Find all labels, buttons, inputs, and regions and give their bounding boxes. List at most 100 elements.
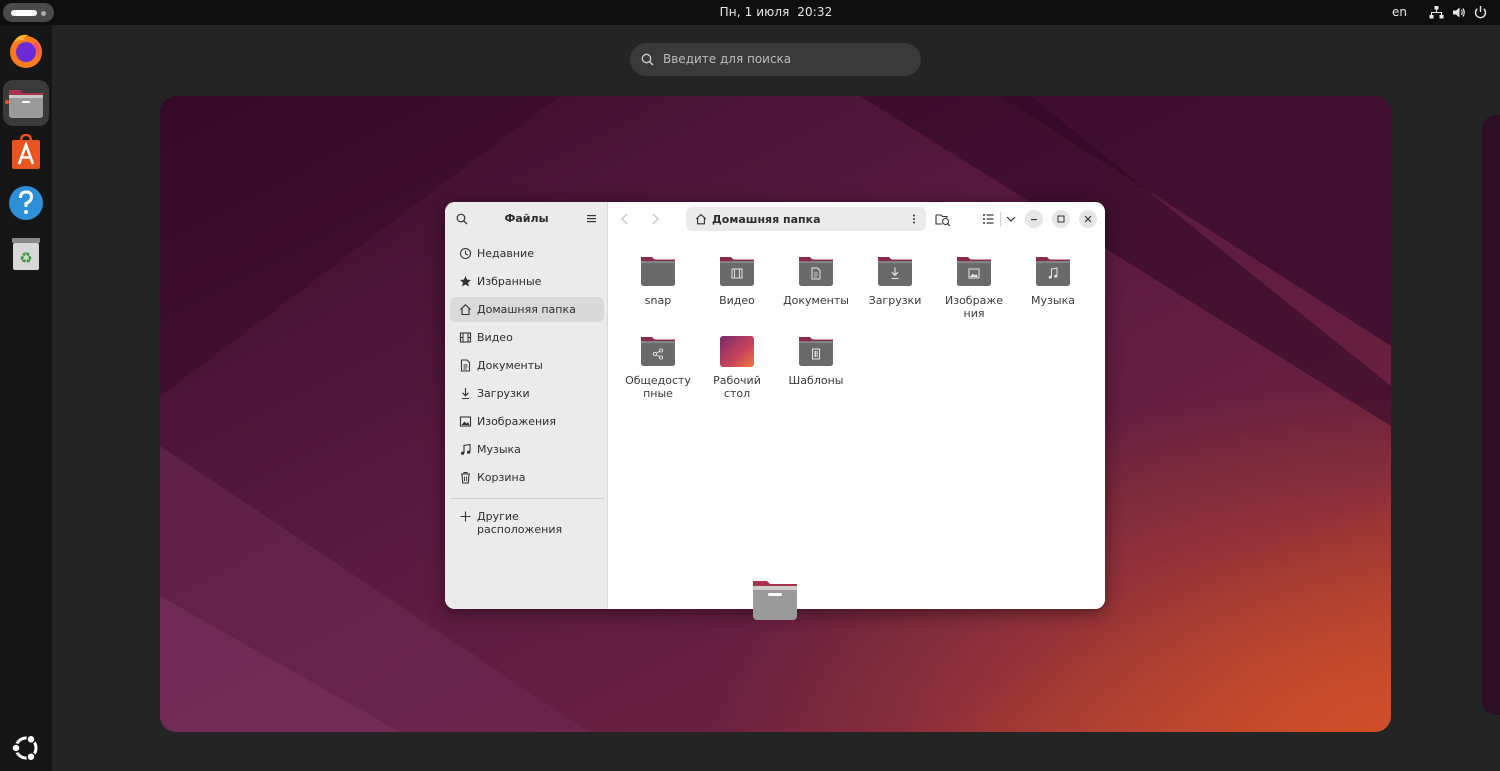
minimize-icon [1031, 219, 1037, 221]
sidebar-item-label: Видео [477, 331, 513, 344]
window-title: Файлы [504, 212, 549, 225]
sidebar-item-starred[interactable]: Избранные [450, 269, 604, 294]
public-folder-icon [641, 337, 675, 366]
folder-item[interactable]: Общедосту пные [618, 334, 698, 400]
sidebar-item-label: Другие расположения [477, 510, 563, 536]
sidebar-item-label: Избранные [477, 275, 542, 288]
sidebar-item-documents[interactable]: Документы [450, 353, 604, 378]
star-icon [460, 276, 471, 287]
music-folder-icon [1036, 257, 1070, 286]
sidebar-item-other-locations[interactable]: Другие расположения [450, 504, 604, 536]
documents-folder-icon [799, 257, 833, 286]
sidebar-item-label: Загрузки [477, 387, 530, 400]
folder-label: Шаблоны [788, 374, 844, 387]
download-icon [462, 388, 469, 400]
maximize-button[interactable] [1052, 210, 1070, 228]
folder-label: Изображе ния [945, 294, 1003, 320]
kebab-menu-icon[interactable] [908, 213, 920, 225]
sidebar-item-label: Документы [477, 359, 543, 372]
folder-item[interactable]: Видео [697, 254, 777, 307]
dock-item-app-center[interactable] [3, 130, 49, 176]
sidebar-item-music[interactable]: Музыка [450, 437, 604, 462]
maximize-icon [1057, 215, 1065, 223]
video-folder-icon [720, 257, 754, 286]
folder-item[interactable]: Рабочий стол [697, 334, 777, 400]
search-folder-icon[interactable] [934, 210, 952, 228]
list-view-icon[interactable] [980, 210, 998, 228]
sidebar-item-label: Изображения [477, 415, 556, 428]
desktop-overview: Пн, 1 июля 20:32 en ♻ Введите для поиска… [0, 0, 1500, 771]
sidebar-item-trash[interactable]: Корзина [450, 465, 604, 490]
chevron-down-icon[interactable] [1002, 210, 1020, 228]
forward-arrow-icon[interactable] [646, 210, 664, 228]
sidebar-item-downloads[interactable]: Загрузки [450, 381, 604, 406]
running-indicator [5, 100, 9, 104]
top-bar: Пн, 1 июля 20:32 en [0, 0, 1500, 25]
folder-label: Рабочий стол [713, 374, 761, 400]
downloads-folder-icon [878, 257, 912, 286]
home-icon [460, 304, 471, 316]
folder-item[interactable]: Музыка [1013, 254, 1093, 307]
image-icon [459, 416, 472, 427]
dock-item-help[interactable] [3, 180, 49, 226]
folder-label: Музыка [1031, 294, 1075, 307]
search-entry[interactable]: Введите для поиска [630, 43, 921, 76]
files-window[interactable]: Файлы Недавние Избранные Домашняя папка … [445, 202, 1105, 609]
plus-icon [460, 511, 471, 522]
keyboard-layout-indicator[interactable]: en [1392, 5, 1407, 19]
folder-label: Загрузки [868, 294, 922, 307]
folder-item[interactable]: Шаблоны [776, 334, 856, 387]
trash-icon [461, 471, 470, 484]
home-icon [695, 213, 707, 225]
next-workspace-thumbnail[interactable] [1482, 115, 1500, 715]
clock[interactable]: Пн, 1 июля 20:32 [0, 5, 1500, 19]
current-path: Домашняя папка [712, 213, 821, 226]
folder-label: Общедосту пные [625, 374, 691, 400]
folder-label: Документы [783, 294, 849, 307]
network-icon[interactable] [1429, 5, 1444, 20]
toolbar-divider [1000, 212, 1001, 226]
sidebar-item-recent[interactable]: Недавние [450, 241, 604, 266]
svg-text:♻: ♻ [19, 249, 32, 267]
close-icon [1084, 215, 1092, 223]
document-icon [460, 359, 471, 372]
files-app-icon [753, 581, 797, 620]
dock-item-firefox[interactable] [3, 28, 49, 74]
sidebar-item-label: Недавние [477, 247, 534, 260]
files-sidebar: Файлы Недавние Избранные Домашняя папка … [445, 202, 608, 609]
search-icon [641, 53, 654, 66]
firefox-icon [10, 34, 42, 68]
pictures-folder-icon [957, 257, 991, 286]
sidebar-divider [450, 498, 604, 499]
search-placeholder: Введите для поиска [663, 52, 792, 66]
path-bar[interactable]: Домашняя папка [686, 207, 926, 231]
folder-icon [641, 257, 675, 286]
app-center-icon [12, 133, 40, 169]
dock-item-trash[interactable]: ♻ [3, 230, 49, 276]
folder-item[interactable]: Документы [776, 254, 856, 307]
sidebar-item-videos[interactable]: Видео [450, 325, 604, 350]
sidebar-item-label: Домашняя папка [477, 303, 576, 316]
folder-item[interactable]: Загрузки [855, 254, 935, 307]
sidebar-item-label: Музыка [477, 443, 521, 456]
help-icon [9, 186, 43, 220]
files-icon [9, 90, 43, 118]
folder-label: snap [644, 294, 672, 307]
sidebar-item-home[interactable]: Домашняя папка [450, 297, 604, 322]
back-arrow-icon[interactable] [616, 210, 634, 228]
sidebar-item-label: Корзина [477, 471, 526, 484]
close-button[interactable] [1079, 210, 1097, 228]
folder-item[interactable]: snap [618, 254, 698, 307]
templates-folder-icon [799, 337, 833, 366]
folder-item[interactable]: Изображе ния [934, 254, 1014, 320]
sidebar-item-pictures[interactable]: Изображения [450, 409, 604, 434]
ubuntu-logo-icon[interactable] [10, 732, 42, 764]
desktop-folder-icon [720, 336, 754, 367]
hamburger-menu-icon[interactable] [586, 213, 597, 224]
dock-item-files[interactable] [3, 80, 49, 126]
files-main-view: Домашняя папка snap Видео Документы Загр… [608, 202, 1105, 609]
music-icon [461, 443, 471, 455]
volume-icon[interactable] [1451, 5, 1466, 20]
power-icon[interactable] [1473, 5, 1488, 20]
minimize-button[interactable] [1025, 210, 1043, 228]
